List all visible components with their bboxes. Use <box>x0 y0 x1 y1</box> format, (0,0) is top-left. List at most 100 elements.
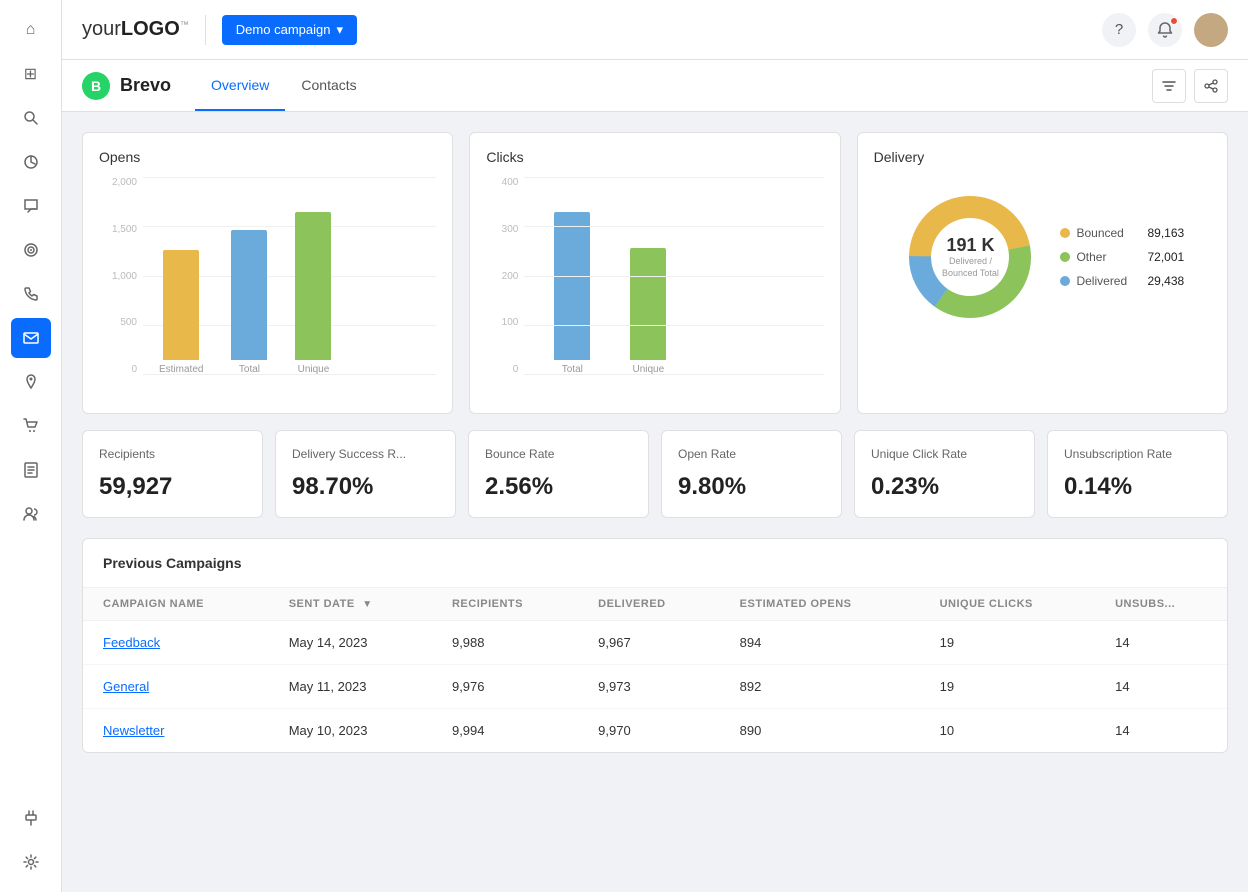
cell-recipients-3: 9,994 <box>432 709 578 753</box>
table-header-row: CAMPAIGN NAME SENT DATE ▼ RECIPIENTS DEL… <box>83 588 1227 621</box>
legend-bounced-value: 89,163 <box>1147 226 1184 240</box>
cell-unsubs-3: 14 <box>1095 709 1227 753</box>
filter-button[interactable] <box>1152 69 1186 103</box>
clicks-bar-unique: Unique <box>630 248 666 375</box>
sidebar-item-target[interactable] <box>11 230 51 270</box>
col-sent-date[interactable]: SENT DATE ▼ <box>269 588 432 621</box>
delivery-chart-card: Delivery <box>857 132 1228 414</box>
delivery-legend: Bounced 89,163 Other 72,001 Delivered <box>1060 226 1184 288</box>
cell-unsubs-2: 14 <box>1095 665 1227 709</box>
opens-bar-unique: Unique <box>295 212 331 375</box>
dropdown-icon: ▾ <box>336 22 343 38</box>
stat-unsub-rate: Unsubscription Rate 0.14% <box>1047 430 1228 518</box>
cell-name-1: Feedback <box>83 621 269 665</box>
stat-delivery-success-label: Delivery Success R... <box>292 447 439 461</box>
stat-open-rate-label: Open Rate <box>678 447 825 461</box>
header-divider <box>205 15 206 45</box>
legend-delivered-label: Delivered <box>1076 274 1141 288</box>
header-right: ? <box>1102 13 1228 47</box>
stat-recipients-value: 59,927 <box>99 473 246 501</box>
dashboard: Opens 2,000 1,500 1,000 500 0 <box>62 112 1248 892</box>
cell-date-2: May 11, 2023 <box>269 665 432 709</box>
logo: yourLOGO™ <box>82 18 189 41</box>
stat-unique-click-rate-label: Unique Click Rate <box>871 447 1018 461</box>
campaign-link-general[interactable]: General <box>103 679 149 694</box>
campaigns-table: CAMPAIGN NAME SENT DATE ▼ RECIPIENTS DEL… <box>83 588 1227 752</box>
tab-overview[interactable]: Overview <box>195 60 285 111</box>
cell-opens-1: 894 <box>720 621 920 665</box>
cell-clicks-3: 10 <box>920 709 1096 753</box>
legend-bounced-dot <box>1060 228 1070 238</box>
sidebar-item-report[interactable] <box>11 450 51 490</box>
stat-unique-click-rate: Unique Click Rate 0.23% <box>854 430 1035 518</box>
legend-other: Other 72,001 <box>1060 250 1184 264</box>
campaign-link-newsletter[interactable]: Newsletter <box>103 723 164 738</box>
opens-y3: 1,000 <box>99 271 137 282</box>
cell-opens-2: 892 <box>720 665 920 709</box>
sidebar-item-cart[interactable] <box>11 406 51 446</box>
cell-clicks-1: 19 <box>920 621 1096 665</box>
col-recipients: RECIPIENTS <box>432 588 578 621</box>
stat-open-rate: Open Rate 9.80% <box>661 430 842 518</box>
table-row: General May 11, 2023 9,976 9,973 892 19 … <box>83 665 1227 709</box>
share-button[interactable] <box>1194 69 1228 103</box>
clicks-y2: 200 <box>486 271 518 282</box>
sidebar-item-search[interactable] <box>11 98 51 138</box>
legend-bounced-label: Bounced <box>1076 226 1141 240</box>
help-button[interactable]: ? <box>1102 13 1136 47</box>
sort-icon: ▼ <box>362 599 372 610</box>
sidebar-item-users[interactable] <box>11 494 51 534</box>
clicks-bar-total: Total <box>554 212 590 375</box>
donut-area: 191 K Delivered /Bounced Total Bounced 8… <box>874 177 1211 337</box>
sidebar-item-chat[interactable] <box>11 186 51 226</box>
legend-bounced: Bounced 89,163 <box>1060 226 1184 240</box>
stat-recipients-label: Recipients <box>99 447 246 461</box>
stat-delivery-success-value: 98.70% <box>292 473 439 501</box>
cell-clicks-2: 19 <box>920 665 1096 709</box>
charts-row: Opens 2,000 1,500 1,000 500 0 <box>82 132 1228 414</box>
stat-bounce-rate: Bounce Rate 2.56% <box>468 430 649 518</box>
sidebar-item-settings[interactable] <box>11 842 51 882</box>
cell-date-1: May 14, 2023 <box>269 621 432 665</box>
sidebar-item-chart[interactable] <box>11 142 51 182</box>
campaign-link-feedback[interactable]: Feedback <box>103 635 160 650</box>
sidebar-item-email[interactable] <box>11 318 51 358</box>
brand-name: Brevo <box>120 75 171 96</box>
sidebar-item-phone[interactable] <box>11 274 51 314</box>
sub-header-actions <box>1152 69 1228 103</box>
stat-delivery-success: Delivery Success R... 98.70% <box>275 430 456 518</box>
narrow-sidebar: ⌂ ⊞ <box>0 0 62 892</box>
col-campaign-name: CAMPAIGN NAME <box>83 588 269 621</box>
cell-delivered-3: 9,970 <box>578 709 720 753</box>
cell-delivered-2: 9,973 <box>578 665 720 709</box>
clicks-y0: 0 <box>486 364 518 375</box>
donut-label: 191 K Delivered /Bounced Total <box>942 235 999 279</box>
stat-open-rate-value: 9.80% <box>678 473 825 501</box>
opens-chart-card: Opens 2,000 1,500 1,000 500 0 <box>82 132 453 414</box>
table-title: Previous Campaigns <box>103 555 1207 571</box>
sidebar-item-plug[interactable] <box>11 798 51 838</box>
legend-other-label: Other <box>1076 250 1141 264</box>
table-row: Newsletter May 10, 2023 9,994 9,970 890 … <box>83 709 1227 753</box>
clicks-y1: 100 <box>486 317 518 328</box>
sidebar-item-home[interactable]: ⌂ <box>11 10 51 50</box>
notification-button[interactable] <box>1148 13 1182 47</box>
opens-bar-estimated: Estimated <box>159 250 203 375</box>
cell-name-3: Newsletter <box>83 709 269 753</box>
cell-recipients-2: 9,976 <box>432 665 578 709</box>
logo-area: yourLOGO™ Demo campaign ▾ <box>82 15 357 45</box>
stat-unique-click-rate-value: 0.23% <box>871 473 1018 501</box>
demo-campaign-button[interactable]: Demo campaign ▾ <box>222 15 357 45</box>
sidebar-item-pin[interactable] <box>11 362 51 402</box>
legend-delivered-dot <box>1060 276 1070 286</box>
cell-unsubs-1: 14 <box>1095 621 1227 665</box>
stat-recipients: Recipients 59,927 <box>82 430 263 518</box>
main-area: yourLOGO™ Demo campaign ▾ ? B Br <box>62 0 1248 892</box>
user-avatar[interactable] <box>1194 13 1228 47</box>
clicks-y4: 400 <box>486 177 518 188</box>
sidebar-item-grid[interactable]: ⊞ <box>11 54 51 94</box>
previous-campaigns-card: Previous Campaigns CAMPAIGN NAME SENT DA… <box>82 538 1228 753</box>
opens-y5: 2,000 <box>99 177 137 188</box>
tab-contacts[interactable]: Contacts <box>285 60 372 111</box>
cell-recipients-1: 9,988 <box>432 621 578 665</box>
